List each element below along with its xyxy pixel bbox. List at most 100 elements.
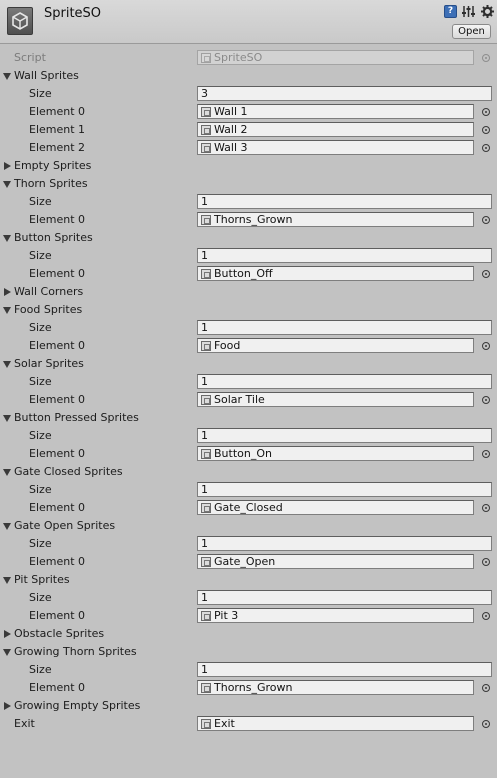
array-size-row: Size 1 bbox=[0, 535, 497, 553]
foldout-row[interactable]: Gate Closed Sprites bbox=[0, 463, 497, 481]
foldout-expanded-arrow-icon[interactable] bbox=[3, 181, 11, 188]
foldout-collapsed-arrow-icon[interactable] bbox=[4, 288, 11, 296]
object-picker-icon[interactable] bbox=[482, 504, 490, 512]
foldout-label: Solar Sprites bbox=[14, 357, 84, 370]
object-picker-icon[interactable] bbox=[482, 270, 490, 278]
sprite-object-field[interactable]: Solar Tile bbox=[197, 392, 474, 407]
array-size-field[interactable]: 1 bbox=[197, 194, 492, 209]
object-field-value: Thorns_Grown bbox=[214, 213, 293, 226]
size-label: Size bbox=[29, 663, 52, 676]
foldout-row[interactable]: Food Sprites bbox=[0, 301, 497, 319]
sprite-object-field[interactable]: Thorns_Grown bbox=[197, 212, 474, 227]
sprite-asset-icon bbox=[201, 395, 211, 405]
object-picker-icon[interactable] bbox=[482, 558, 490, 566]
size-label: Size bbox=[29, 429, 52, 442]
foldout-row[interactable]: Wall Corners bbox=[0, 283, 497, 301]
gear-icon[interactable] bbox=[481, 5, 494, 18]
element-label: Element 0 bbox=[29, 267, 86, 280]
foldout-row[interactable]: Pit Sprites bbox=[0, 571, 497, 589]
foldout-collapsed-arrow-icon[interactable] bbox=[4, 630, 11, 638]
sprite-object-field[interactable]: Button_Off bbox=[197, 266, 474, 281]
sprite-object-field[interactable]: Pit 3 bbox=[197, 608, 474, 623]
object-picker-icon[interactable] bbox=[482, 216, 490, 224]
sprite-object-field[interactable]: Gate_Open bbox=[197, 554, 474, 569]
object-field-value: Solar Tile bbox=[214, 393, 265, 406]
foldout-expanded-arrow-icon[interactable] bbox=[3, 307, 11, 314]
array-size-field[interactable]: 3 bbox=[197, 86, 492, 101]
object-field-value: Button_On bbox=[214, 447, 272, 460]
element-label: Element 2 bbox=[29, 141, 86, 154]
size-label: Size bbox=[29, 591, 52, 604]
script-object-field: SpriteSO bbox=[197, 50, 474, 65]
foldout-row[interactable]: Growing Thorn Sprites bbox=[0, 643, 497, 661]
object-picker-icon[interactable] bbox=[482, 684, 490, 692]
foldout-expanded-arrow-icon[interactable] bbox=[3, 415, 11, 422]
array-element-row: Element 0 Button_Off bbox=[0, 265, 497, 283]
foldout-expanded-arrow-icon[interactable] bbox=[3, 73, 11, 80]
object-picker-icon[interactable] bbox=[482, 108, 490, 116]
object-picker-icon[interactable] bbox=[482, 144, 490, 152]
object-field-value: Wall 3 bbox=[214, 141, 248, 154]
object-picker-icon[interactable] bbox=[482, 126, 490, 134]
foldout-row[interactable]: Button Pressed Sprites bbox=[0, 409, 497, 427]
exit-object-field[interactable]: Exit bbox=[197, 716, 474, 731]
script-label: Script bbox=[14, 51, 46, 64]
sprite-object-field[interactable]: Wall 2 bbox=[197, 122, 474, 137]
array-element-row: Element 0 Solar Tile bbox=[0, 391, 497, 409]
element-label: Element 0 bbox=[29, 681, 86, 694]
sprite-asset-icon bbox=[201, 107, 211, 117]
foldout-expanded-arrow-icon[interactable] bbox=[3, 361, 11, 368]
unity-logo-icon bbox=[7, 7, 33, 35]
object-field-value: Pit 3 bbox=[214, 609, 239, 622]
sprite-object-field[interactable]: Gate_Closed bbox=[197, 500, 474, 515]
array-size-field[interactable]: 1 bbox=[197, 536, 492, 551]
foldout-row[interactable]: Gate Open Sprites bbox=[0, 517, 497, 535]
sprite-object-field[interactable]: Wall 3 bbox=[197, 140, 474, 155]
foldout-row[interactable]: Empty Sprites bbox=[0, 157, 497, 175]
object-field-value: Button_Off bbox=[214, 267, 273, 280]
foldout-expanded-arrow-icon[interactable] bbox=[3, 469, 11, 476]
foldout-row[interactable]: Growing Empty Sprites bbox=[0, 697, 497, 715]
object-picker-icon[interactable] bbox=[482, 720, 490, 728]
array-size-field[interactable]: 1 bbox=[197, 320, 492, 335]
foldout-collapsed-arrow-icon[interactable] bbox=[4, 702, 11, 710]
foldout-expanded-arrow-icon[interactable] bbox=[3, 577, 11, 584]
element-label: Element 0 bbox=[29, 447, 86, 460]
foldout-row[interactable]: Solar Sprites bbox=[0, 355, 497, 373]
object-picker-icon[interactable] bbox=[482, 342, 490, 350]
array-element-row: Element 0 Thorns_Grown bbox=[0, 211, 497, 229]
foldout-label: Obstacle Sprites bbox=[14, 627, 105, 640]
object-picker-icon[interactable] bbox=[482, 450, 490, 458]
element-label: Element 0 bbox=[29, 393, 86, 406]
array-size-field[interactable]: 1 bbox=[197, 662, 492, 677]
sprite-object-field[interactable]: Button_On bbox=[197, 446, 474, 461]
foldout-row[interactable]: Wall Sprites bbox=[0, 67, 497, 85]
presets-sliders-icon[interactable] bbox=[462, 5, 475, 18]
array-size-row: Size 1 bbox=[0, 661, 497, 679]
foldout-row[interactable]: Button Sprites bbox=[0, 229, 497, 247]
foldout-expanded-arrow-icon[interactable] bbox=[3, 235, 11, 242]
object-field-value: SpriteSO bbox=[214, 51, 263, 64]
foldout-row[interactable]: Thorn Sprites bbox=[0, 175, 497, 193]
array-size-field[interactable]: 1 bbox=[197, 248, 492, 263]
object-picker-icon[interactable] bbox=[482, 612, 490, 620]
sprite-object-field[interactable]: Thorns_Grown bbox=[197, 680, 474, 695]
size-label: Size bbox=[29, 87, 52, 100]
foldout-expanded-arrow-icon[interactable] bbox=[3, 523, 11, 530]
sprite-object-field[interactable]: Wall 1 bbox=[197, 104, 474, 119]
array-size-field[interactable]: 1 bbox=[197, 374, 492, 389]
array-element-row: Element 0 Food bbox=[0, 337, 497, 355]
element-label: Element 0 bbox=[29, 555, 86, 568]
size-label: Size bbox=[29, 375, 52, 388]
foldout-row[interactable]: Obstacle Sprites bbox=[0, 625, 497, 643]
sprite-object-field[interactable]: Food bbox=[197, 338, 474, 353]
open-button[interactable]: Open bbox=[452, 24, 491, 39]
array-size-field[interactable]: 1 bbox=[197, 590, 492, 605]
object-picker-icon[interactable] bbox=[482, 396, 490, 404]
array-size-field[interactable]: 1 bbox=[197, 428, 492, 443]
foldout-collapsed-arrow-icon[interactable] bbox=[4, 162, 11, 170]
foldout-expanded-arrow-icon[interactable] bbox=[3, 649, 11, 656]
help-icon[interactable]: ? bbox=[444, 5, 457, 18]
array-size-field[interactable]: 1 bbox=[197, 482, 492, 497]
foldout-label: Gate Open Sprites bbox=[14, 519, 116, 532]
